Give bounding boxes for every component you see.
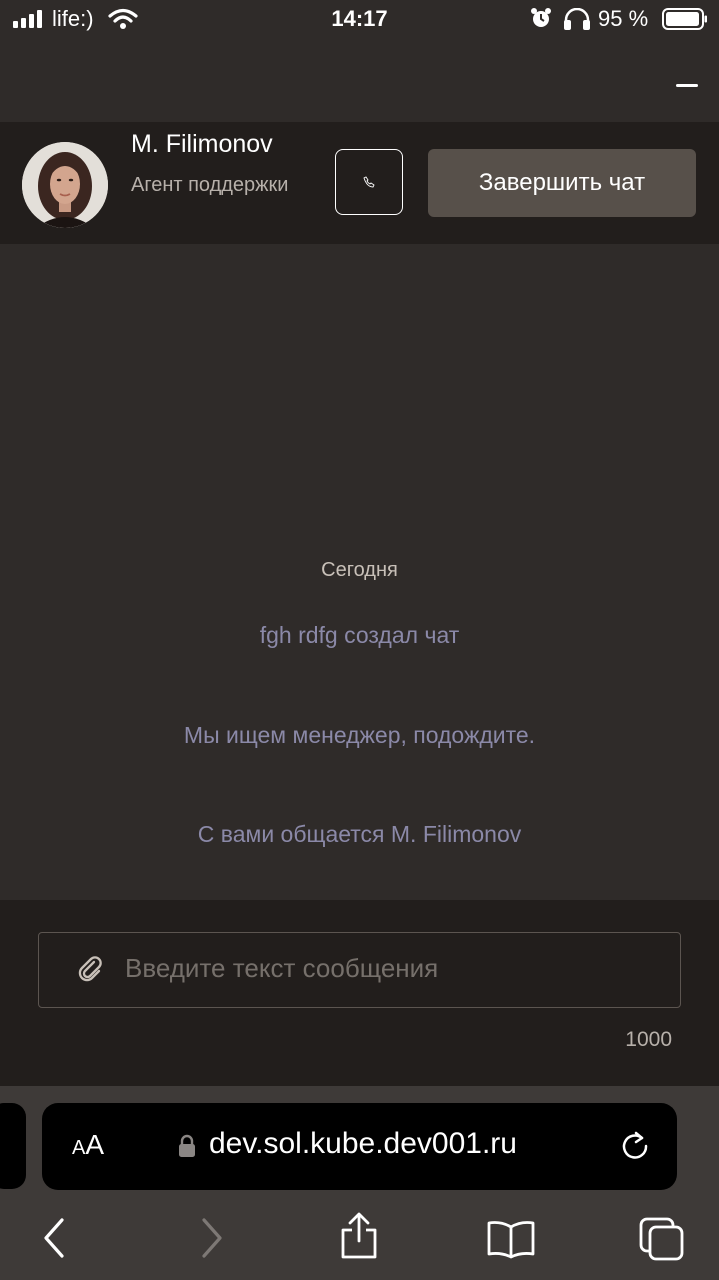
share-icon[interactable]: [338, 1211, 380, 1261]
battery-percent: 95 %: [598, 6, 649, 31]
call-button[interactable]: [335, 149, 403, 215]
system-message: С вами общается M. Filimonov: [197, 821, 522, 847]
messages-area: Сегодня fgh rdfg создал чат Мы ищем мене…: [0, 244, 719, 900]
avatar-image: [22, 142, 108, 228]
phone-icon: [363, 176, 375, 188]
reload-icon[interactable]: [618, 1129, 652, 1163]
lock-icon: [179, 1134, 195, 1157]
end-chat-button[interactable]: Завершить чат: [428, 149, 696, 217]
battery-icon: [662, 8, 707, 30]
message-placeholder: Введите текст сообщения: [125, 953, 439, 983]
date-separator: Сегодня: [321, 559, 398, 581]
system-message: fgh rdfg создал чат: [259, 622, 460, 648]
tabs-icon[interactable]: [638, 1216, 686, 1262]
url-text: dev.sol.kube.dev001.ru: [209, 1127, 517, 1160]
char-counter: 1000: [625, 1028, 672, 1051]
paperclip-icon[interactable]: [77, 955, 105, 983]
minimize-icon[interactable]: [676, 84, 698, 87]
forward-icon[interactable]: [196, 1216, 226, 1260]
aa-big-letter: A: [85, 1129, 105, 1160]
alarm-icon: [531, 8, 551, 27]
headphones-icon: [564, 8, 590, 30]
status-bar: life:) 14:17 95 %: [0, 0, 719, 38]
agent-role: Агент поддержки: [131, 174, 289, 196]
agent-header: M. Filimonov Агент поддержки Завершить ч…: [0, 122, 719, 244]
previous-tab[interactable]: [0, 1103, 26, 1189]
aa-small-letter: A: [72, 1137, 86, 1159]
avatar: [22, 142, 108, 228]
back-icon[interactable]: [40, 1216, 70, 1260]
message-input[interactable]: Введите текст сообщения: [38, 932, 681, 1008]
system-message: Мы ищем менеджер, подождите.: [183, 722, 536, 748]
reader-options-button[interactable]: AA: [72, 1129, 104, 1161]
bookmarks-icon[interactable]: [486, 1219, 536, 1259]
browser-toolbar: AA dev.sol.kube.dev001.ru: [0, 1086, 719, 1280]
agent-name: M. Filimonov: [131, 130, 273, 158]
address-bar[interactable]: AA dev.sol.kube.dev001.ru: [42, 1103, 677, 1190]
composer: Введите текст сообщения 1000: [0, 900, 719, 1086]
